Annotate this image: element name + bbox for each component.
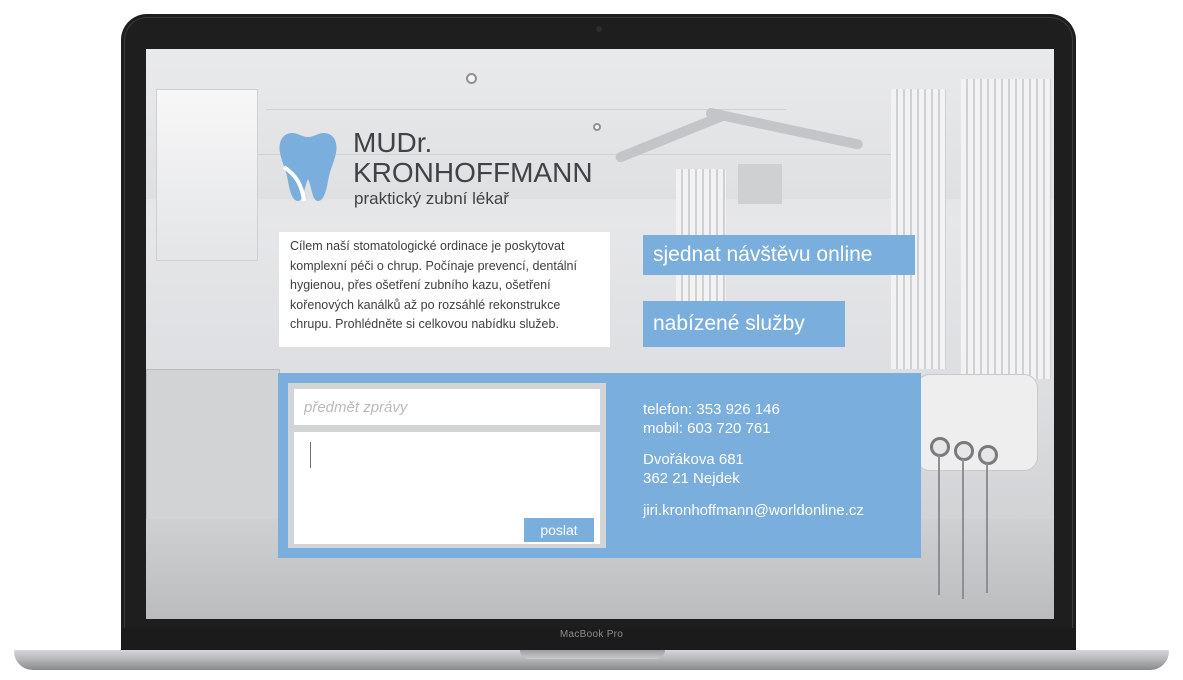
email-link[interactable]: jiri.kronhoffmann@worldonline.cz xyxy=(643,501,864,520)
camera-icon xyxy=(596,26,602,32)
intro-line: komplexní péči o chrup. Počínaje prevenc… xyxy=(290,258,577,273)
ceiling-light-icon xyxy=(593,123,601,131)
background-blind xyxy=(891,89,946,369)
intro-line: hygienou, přes ošetření zubního kazu, oš… xyxy=(290,278,551,292)
background-knob xyxy=(954,441,974,461)
text-caret xyxy=(310,442,311,468)
background-cabinet xyxy=(146,369,280,521)
contact-panel: poslat telefon: 353 926 146 mobil: 603 7… xyxy=(278,373,921,558)
background-tube xyxy=(986,463,988,593)
intro-line: kořenových kanálků až po rozsáhlé rekons… xyxy=(290,297,561,312)
background-knob xyxy=(930,437,950,457)
brand-logo[interactable]: MUDr. KRONHOFFMANN praktický zubní lékař xyxy=(278,127,598,211)
address-street: Dvořákova 681 xyxy=(643,451,744,468)
background-dental-unit xyxy=(916,374,1038,471)
intro-line: Cílem naší stomatologické ordinace je po… xyxy=(290,239,565,253)
mobile-text: mobil: 603 720 761 xyxy=(643,420,771,437)
book-visit-online-button[interactable]: sjednat návštěvu online xyxy=(643,235,915,275)
background-blind xyxy=(961,79,1051,379)
phone-text: telefon: 353 926 146 xyxy=(643,401,780,418)
intro-line: chrupu. Prohlédněte si celkovou nabídku … xyxy=(290,317,559,331)
website-screen: MUDr. KRONHOFFMANN praktický zubní lékař… xyxy=(146,49,1054,619)
ceiling-light-icon xyxy=(466,73,477,84)
contact-form: poslat xyxy=(288,383,606,548)
background-tube xyxy=(962,459,964,599)
brand-name-line1: MUDr. xyxy=(353,127,433,158)
intro-text-box: Cílem naší stomatologické ordinace je po… xyxy=(279,232,610,347)
address-city: 362 21 Nejdek xyxy=(643,470,740,487)
tooth-icon xyxy=(279,133,337,202)
device-model-label: MacBook Pro xyxy=(559,629,624,640)
laptop-notch xyxy=(520,650,665,659)
brand-name-line2: KRONHOFFMANN xyxy=(353,157,593,188)
services-button[interactable]: nabízené služby xyxy=(643,301,845,347)
background-window xyxy=(156,89,258,261)
subject-input[interactable] xyxy=(294,389,600,425)
background-tube xyxy=(938,455,940,595)
background-monitor xyxy=(738,164,782,204)
brand-subtitle: praktický zubní lékař xyxy=(354,189,509,208)
background-knob xyxy=(978,445,998,465)
send-button[interactable]: poslat xyxy=(524,518,594,542)
